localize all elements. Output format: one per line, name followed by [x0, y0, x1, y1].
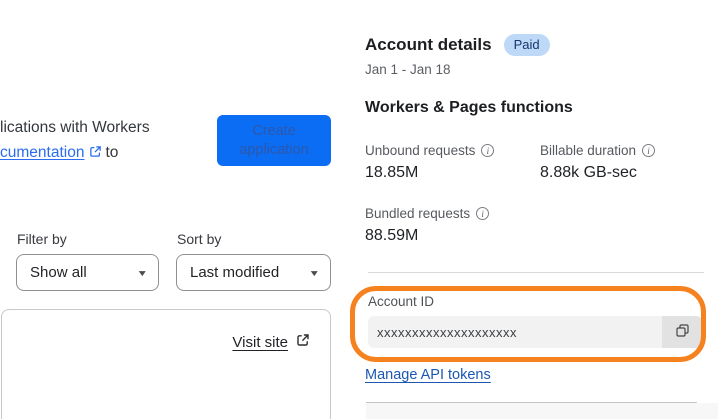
- date-range: Jan 1 - Jan 18: [365, 62, 451, 77]
- documentation-link[interactable]: cumentation: [0, 144, 84, 161]
- workers-pages-dashboard: lications with Workers cumentation to Cre…: [0, 0, 718, 419]
- info-icon[interactable]: i: [642, 144, 656, 157]
- filter-by-label: Filter by: [17, 231, 67, 247]
- chevron-down-icon: ▼: [307, 267, 320, 278]
- intro-text: lications with Workers cumentation to: [0, 115, 150, 166]
- next-section-edge: [366, 403, 718, 419]
- stat-value: 8.88k GB-sec: [540, 164, 637, 181]
- account-details-title: Account details: [365, 35, 492, 54]
- visit-site-link[interactable]: Visit site: [232, 333, 310, 351]
- stat-billable-duration: Billable duration i 8.88k GB-sec: [540, 143, 656, 182]
- stat-bundled-requests: Bundled requests i 88.59M: [365, 206, 540, 245]
- sort-dropdown-value: Last modified: [190, 264, 280, 281]
- stat-value: 18.85M: [365, 164, 419, 181]
- stat-label: Billable duration i: [540, 143, 656, 158]
- stat-value: 88.59M: [365, 227, 419, 244]
- info-icon[interactable]: i: [476, 207, 490, 220]
- stat-unbound-requests: Unbound requests i 18.85M: [365, 143, 540, 182]
- intro-line-1: lications with Workers: [0, 119, 150, 136]
- chevron-down-icon: ▼: [135, 267, 148, 278]
- account-id-label: Account ID: [368, 294, 435, 309]
- project-card: Visit site: [1, 309, 331, 419]
- functions-section-title: Workers & Pages functions: [365, 99, 573, 116]
- plan-badge: Paid: [503, 34, 550, 56]
- account-details-header: Account details Paid: [365, 34, 550, 56]
- account-id-field: [368, 316, 702, 348]
- external-link-icon: [89, 141, 102, 166]
- visit-site-label: Visit site: [232, 333, 288, 351]
- usage-stats: Unbound requests i 18.85M Billable durati…: [365, 143, 656, 245]
- stat-label: Unbound requests i: [365, 143, 540, 158]
- filter-dropdown-value: Show all: [30, 264, 87, 281]
- account-id-input[interactable]: [368, 316, 662, 348]
- filter-dropdown[interactable]: Show all ▼: [16, 254, 159, 291]
- sort-dropdown[interactable]: Last modified ▼: [176, 254, 331, 291]
- stat-label: Bundled requests i: [365, 206, 540, 221]
- external-link-icon: [296, 333, 310, 351]
- manage-api-tokens-link[interactable]: Manage API tokens: [365, 367, 491, 383]
- divider: [368, 272, 704, 273]
- create-application-button[interactable]: Create application: [217, 115, 331, 166]
- intro-line-2-suffix: to: [105, 144, 119, 161]
- intro-line-2: cumentation to: [0, 140, 150, 166]
- sort-by-label: Sort by: [177, 231, 222, 247]
- copy-icon: [675, 323, 690, 341]
- info-icon[interactable]: i: [481, 144, 495, 157]
- copy-button[interactable]: [662, 316, 702, 348]
